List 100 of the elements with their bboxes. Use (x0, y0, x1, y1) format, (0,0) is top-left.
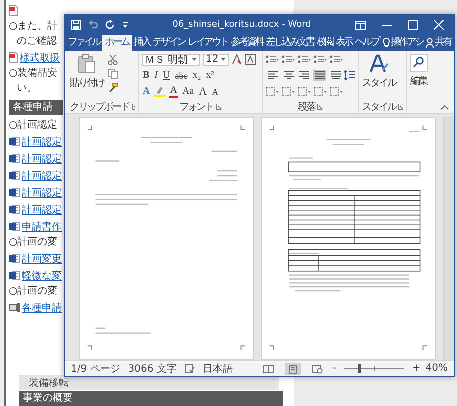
lightbulb-icon (383, 38, 390, 48)
character-border-icon[interactable] (245, 54, 256, 65)
ribbon-tab[interactable]: 差し込み文書 (265, 35, 315, 51)
document-link[interactable]: 計画認定 (22, 186, 62, 200)
format-button[interactable]: x₂ (192, 70, 202, 82)
alignment-button[interactable] (266, 70, 279, 81)
editing-button[interactable]: 編集 (410, 53, 428, 89)
dropdown-caret-icon[interactable] (221, 58, 226, 61)
proofing-icon[interactable] (184, 364, 195, 373)
group-label: クリップボード (70, 100, 130, 114)
format-button[interactable]: B (142, 70, 151, 82)
document-link[interactable]: 計画認定 (22, 202, 62, 216)
document-link[interactable]: 各種申請 (22, 300, 62, 314)
ribbon-tab[interactable]: 挿入 (133, 35, 151, 51)
format-button[interactable]: U (162, 70, 172, 82)
group-label: フォント (180, 101, 214, 114)
clear-formatting-icon[interactable] (232, 54, 242, 65)
save-icon[interactable] (71, 20, 81, 30)
body-text: ○計画の変 (9, 284, 58, 299)
alignment-button[interactable] (312, 70, 326, 81)
format-painter-icon[interactable] (108, 83, 118, 93)
print-layout-icon[interactable] (284, 362, 301, 374)
dialog-launcher-icon[interactable] (216, 104, 222, 110)
word-file-icon (9, 270, 20, 281)
clipboard-icon (78, 54, 96, 74)
page-count[interactable]: 1/9 ページ (71, 362, 120, 376)
paste-button[interactable]: 貼り付け (70, 53, 104, 91)
pdf-file-icon (9, 52, 18, 63)
read-mode-icon[interactable] (260, 362, 277, 374)
close-icon[interactable] (434, 20, 444, 30)
font-name-field[interactable]: ＭＳ 明朝 (142, 54, 200, 66)
ribbon-tab[interactable]: ヘルプ (354, 35, 380, 51)
dialog-launcher-icon[interactable] (398, 104, 403, 110)
zoom-out-button[interactable]: - (332, 363, 336, 374)
dialog-launcher-icon[interactable] (132, 104, 135, 110)
body-text: ○また、計 (9, 20, 58, 34)
format-button[interactable]: abc (174, 70, 189, 82)
font-size-field[interactable]: 12 (203, 54, 229, 66)
body-text: い。 (17, 82, 37, 96)
highlighter-icon[interactable] (154, 86, 166, 97)
alignment-button[interactable] (297, 70, 310, 81)
tell-me-button[interactable]: 操作アシ (382, 35, 424, 51)
body-text: ○装備品安 (9, 66, 58, 81)
group-label: 段落 (298, 100, 315, 114)
zoom-level[interactable]: 40% (426, 363, 448, 374)
dialog-launcher-icon[interactable] (317, 104, 323, 110)
search-icon (410, 54, 428, 72)
document-link[interactable]: 申請書作 (22, 220, 62, 234)
copy-icon[interactable] (108, 69, 118, 79)
zoom-slider-thumb[interactable] (358, 364, 362, 373)
word-file-icon (9, 187, 20, 198)
document-link[interactable]: 様式取扱 (20, 50, 60, 64)
dropdown-caret-icon[interactable] (192, 58, 197, 61)
change-case-button[interactable]: Aa (181, 86, 196, 98)
shrink-font-button[interactable]: A (211, 86, 220, 98)
word-file-icon (9, 153, 20, 164)
styles-icon (369, 54, 389, 74)
alignment-button[interactable] (328, 70, 342, 81)
customize-toolbar-icon[interactable] (122, 20, 129, 30)
format-button[interactable]: x² (205, 70, 216, 82)
document-link[interactable]: 計画認定 (22, 134, 62, 148)
document-link[interactable]: 軽微な変 (22, 268, 62, 282)
alignment-button[interactable] (282, 70, 294, 81)
document-link[interactable]: 計画認定 (22, 152, 62, 166)
ribbon-tab[interactable]: ホーム (102, 35, 132, 51)
body-text: のご確認 (17, 34, 57, 49)
share-button[interactable]: 共有 (425, 35, 452, 51)
language-status[interactable]: 日本語 (202, 362, 233, 376)
person-icon (426, 38, 434, 48)
redo-icon[interactable] (105, 20, 115, 30)
text-effects-button[interactable]: A (142, 86, 152, 98)
ribbon-tab[interactable]: 表示 (335, 35, 353, 51)
grow-font-button[interactable]: A (198, 86, 208, 98)
format-button[interactable]: I (154, 70, 160, 82)
bullets-icon[interactable] (266, 54, 279, 64)
undo-icon[interactable] (88, 20, 98, 30)
cut-icon[interactable] (108, 55, 118, 65)
document-link[interactable]: 計画認定 (22, 168, 62, 182)
font-color-button[interactable]: A (169, 86, 178, 98)
maximize-icon[interactable] (408, 20, 418, 30)
ribbon-tab[interactable]: デザイン (152, 35, 186, 51)
group-label: スタイル (362, 101, 396, 114)
collapse-ribbon-icon[interactable] (441, 104, 449, 110)
ribbon-tab[interactable]: ファイル (67, 35, 101, 51)
ribbon-display-icon[interactable] (355, 20, 366, 30)
ribbon-tab[interactable]: 校閲 (316, 35, 334, 51)
styles-button[interactable]: スタイル (362, 53, 396, 91)
ribbon-tab[interactable]: 参考資料 (230, 35, 264, 51)
ribbon-tab[interactable]: レイアウト (187, 35, 229, 51)
vertical-scrollbar[interactable] (443, 117, 454, 360)
section-heading: 事業の概要 (19, 391, 283, 406)
document-link[interactable]: 計画変更 (22, 252, 62, 266)
borders-icon[interactable] (282, 86, 295, 96)
body-text: ○計画の変 (9, 236, 58, 250)
word-file-icon (9, 170, 20, 181)
line-spacing-icon[interactable] (344, 70, 356, 81)
zoom-in-button[interactable]: + (412, 363, 421, 374)
word-count[interactable]: 3066 文字 (128, 362, 177, 376)
word-file-icon (9, 136, 20, 147)
section-heading: 各種申請 (9, 100, 63, 115)
